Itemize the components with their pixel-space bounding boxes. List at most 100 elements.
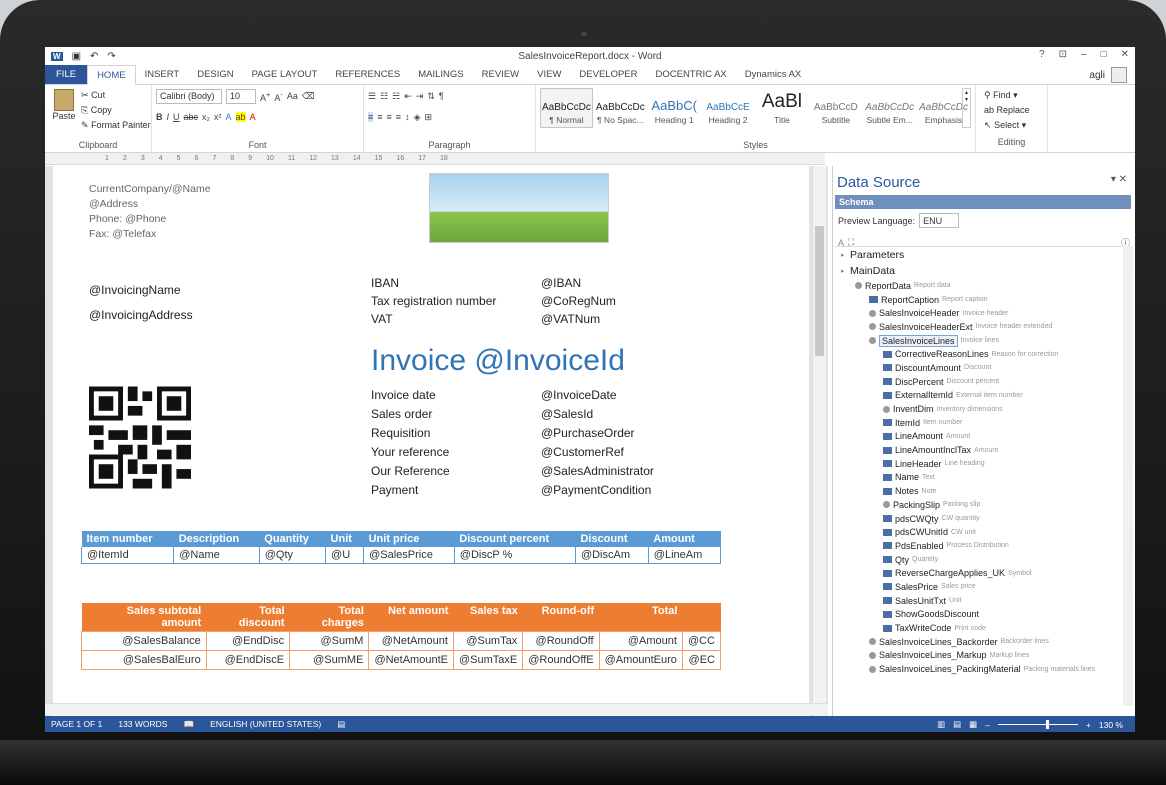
print-layout-icon[interactable]: ▤ [953,719,961,730]
tree-node[interactable]: DiscountAmount Discount [835,361,1130,375]
tree-node[interactable]: LineHeader Line heading [835,457,1130,471]
tree-node[interactable]: SalesPrice Sales price [835,580,1130,594]
tree-node[interactable]: SalesInvoiceHeaderExt Invoice header exte… [835,320,1130,334]
tree-node[interactable]: DiscPercent Discount percent [835,375,1130,389]
vertical-scrollbar[interactable] [812,166,826,716]
tab-page-layout[interactable]: PAGE LAYOUT [243,65,327,84]
tree-node[interactable]: Qty Quantity [835,553,1130,567]
tree-node[interactable]: ItemId Item number [835,416,1130,430]
tree-node[interactable]: InventDim Inventory dimensions [835,402,1130,416]
ribbon-display-icon[interactable]: ⊡ [1059,49,1067,60]
maximize-button[interactable]: □ [1101,49,1107,60]
borders-icon[interactable]: ⊞ [424,112,432,123]
format-painter-button[interactable]: ✎ Format Painter [81,118,151,133]
tree-node[interactable]: pdsCWQty CW quantity [835,512,1130,526]
decrease-indent-icon[interactable]: ⇤ [404,91,412,102]
italic-icon[interactable]: I [167,112,170,122]
tab-design[interactable]: DESIGN [188,65,242,84]
numbering-icon[interactable]: ☷ [380,91,388,102]
text-effects-icon[interactable]: A [226,112,232,122]
tree-node[interactable]: ReverseChargeApplies_UK Symbol [835,566,1130,580]
zoom-in-button[interactable]: + [1086,720,1091,730]
grow-font-icon[interactable]: A+ [260,90,270,103]
change-case-icon[interactable]: Aa [287,91,298,101]
tree-node[interactable]: ReportData Report data [835,279,1130,293]
underline-icon[interactable]: U [173,112,180,122]
read-mode-icon[interactable]: ▥ [937,719,945,730]
tree-node[interactable]: SalesInvoiceLines Invoice lines [835,334,1130,348]
align-center-icon[interactable]: ≡ [377,112,382,122]
clear-format-icon[interactable]: ⌫ [302,91,315,102]
strikethrough-icon[interactable]: abc [184,112,199,122]
style-item[interactable]: AaBbCcDc ¶ Normal [540,88,593,128]
tree-node[interactable]: LineAmountInclTax Amount [835,443,1130,457]
panel-controls[interactable]: ▾ ✕ [1111,174,1127,185]
tab-references[interactable]: REFERENCES [326,65,409,84]
select-button[interactable]: ↖ Select ▾ [984,118,1043,133]
proofing-icon[interactable]: 📖 [183,719,194,730]
subscript-icon[interactable]: x₂ [202,112,210,122]
tree-node[interactable]: SalesInvoiceLines_Backorder Backorder lin… [835,635,1130,649]
find-button[interactable]: ⚲ Find ▾ [984,88,1043,103]
panel-scrollbar[interactable] [1123,246,1133,706]
replace-button[interactable]: ab Replace [984,103,1043,118]
cut-button[interactable]: ✂ Cut [81,88,151,103]
word-count[interactable]: 133 WORDS [118,719,167,729]
tree-node[interactable]: ▸ MainData [835,263,1130,279]
scroll-thumb[interactable] [815,226,824,356]
style-item[interactable]: AaBbCcDc ¶ No Spac... [594,88,647,128]
tree-node[interactable]: PdsEnabled Process Distribution [835,539,1130,553]
tab-developer[interactable]: DEVELOPER [570,65,646,84]
zoom-out-button[interactable]: – [985,720,990,730]
shading-icon[interactable]: ◈ [414,112,421,123]
tree-node[interactable]: ExternalItemId External item number [835,389,1130,403]
help-icon[interactable]: ? [1039,49,1045,60]
tree-node[interactable]: SalesInvoiceHeader Invoice header [835,306,1130,320]
tree-node[interactable]: SalesUnitTxt Unit [835,594,1130,608]
tab-insert[interactable]: INSERT [136,65,189,84]
zoom-level[interactable]: 130 % [1099,720,1123,730]
expand-arrow-icon[interactable]: ▸ [841,267,850,275]
horizontal-scrollbar[interactable] [45,703,828,715]
highlight-icon[interactable]: ab [235,112,246,122]
zoom-slider[interactable] [997,720,1078,729]
macro-icon[interactable]: ▤ [337,719,345,730]
tab-dynamics-ax[interactable]: Dynamics AX [736,65,811,84]
shrink-font-icon[interactable]: A- [274,90,283,103]
tree-node[interactable]: SalesInvoiceLines_Markup Markup lines [835,649,1130,663]
style-item[interactable]: AaBbCcE Heading 2 [702,88,755,128]
tab-mailings[interactable]: MAILINGS [409,65,472,84]
copy-button[interactable]: ⎘ Copy [81,103,151,118]
style-item[interactable]: AaBbC(Heading 1 [648,88,701,128]
tree-node[interactable]: pdsCWUnitId CW unit [835,525,1130,539]
align-left-icon[interactable]: ≡ [368,112,374,122]
avatar[interactable] [1111,67,1127,83]
tree-node[interactable]: ReportCaption Report caption [835,293,1130,307]
styles-scroll[interactable]: ▴ ▾ [962,88,971,128]
paste-button[interactable]: Paste [51,89,77,121]
minimize-button[interactable]: – [1081,49,1087,60]
align-right-icon[interactable]: ≡ [387,112,392,122]
tree-node[interactable]: PackingSlip Packing slip [835,498,1130,512]
style-item[interactable]: AaBbCcD Subtitle [809,88,862,128]
page-count[interactable]: PAGE 1 OF 1 [51,719,102,729]
zoom-thumb[interactable] [1045,720,1049,729]
tab-home[interactable]: HOME [87,65,136,85]
tree-node[interactable]: Name Text [835,471,1130,485]
tab-review[interactable]: REVIEW [473,65,528,84]
preview-language-select[interactable]: ENU [919,213,960,228]
tab-view[interactable]: VIEW [528,65,570,84]
tree-node[interactable]: ▸ Parameters [835,247,1130,263]
tree-node[interactable]: LineAmount Amount [835,430,1130,444]
language[interactable]: ENGLISH (UNITED STATES) [210,719,321,729]
increase-indent-icon[interactable]: ⇥ [416,91,424,102]
bold-icon[interactable]: B [156,112,163,122]
font-color-icon[interactable]: A [250,112,256,122]
sort-icon[interactable]: ⇅ [427,91,435,102]
style-item[interactable]: AaBbCcDc Subtle Em... [863,88,916,128]
document-page[interactable]: CurrentCompany/@Name @Address Phone: @Ph… [53,166,809,716]
tree-node[interactable]: CorrectiveReasonLines Reason for correcti… [835,347,1130,361]
multilevel-icon[interactable]: ☵ [392,91,400,102]
web-layout-icon[interactable]: ▦ [969,719,977,730]
tree-node[interactable]: Notes Note [835,484,1130,498]
